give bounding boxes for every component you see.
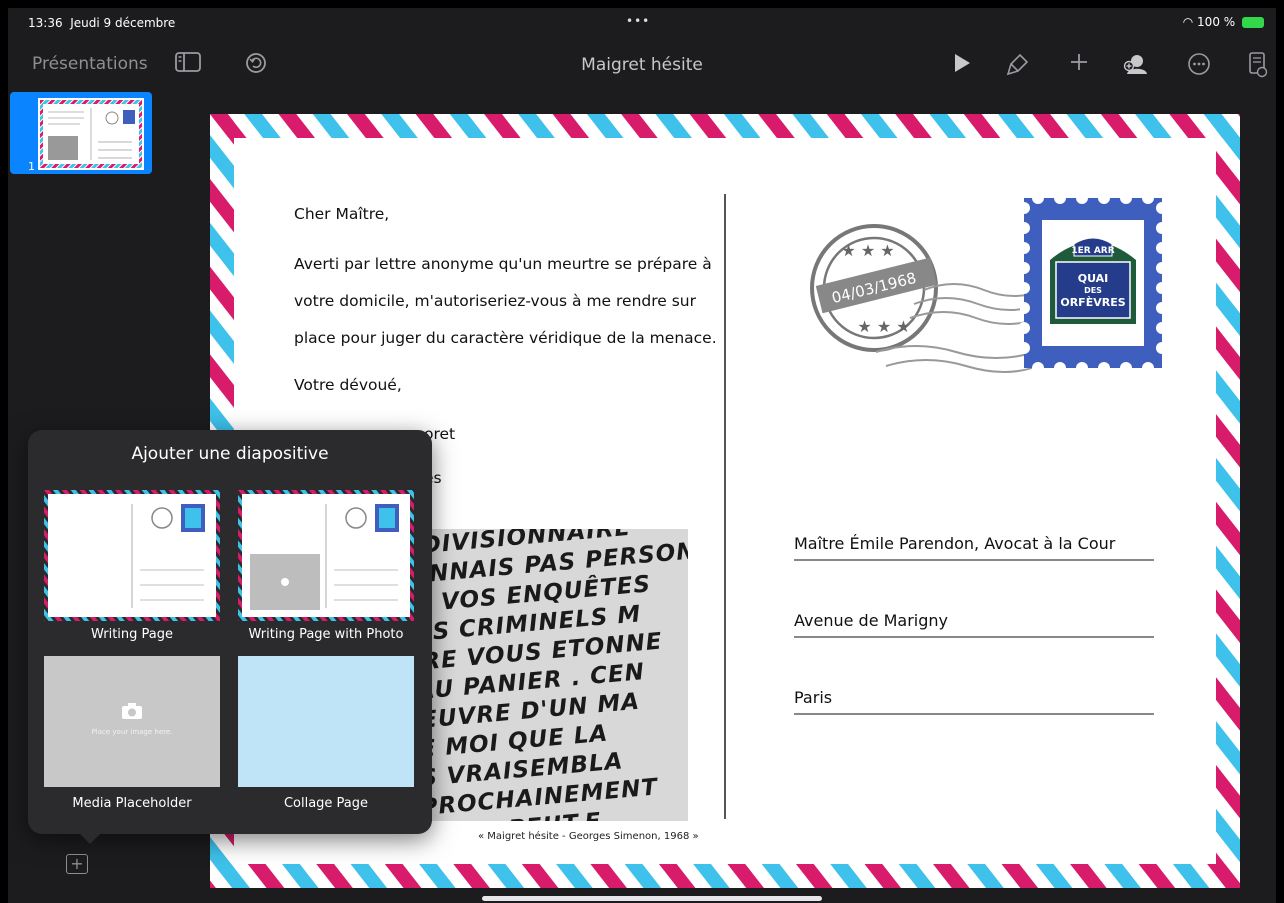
wifi-icon: ◠ — [1182, 15, 1194, 29]
toolbar: Présentations Maigret hésite — [8, 38, 1276, 90]
battery-icon — [1242, 17, 1264, 28]
add-icon[interactable] — [1065, 52, 1093, 80]
svg-text:1ER ARR: 1ER ARR — [1071, 246, 1114, 256]
play-icon[interactable] — [948, 52, 976, 80]
status-time: 13:36 Jeudi 9 décembre — [28, 16, 176, 30]
camera-icon — [44, 702, 220, 724]
postmark-icon: 04/03/1968 ★ ★ ★ ★ ★ ★ — [810, 224, 1045, 373]
template-writing-page[interactable]: Writing Page — [44, 490, 220, 642]
stamp: 1ER ARR QUAI DES ORFÈVRES — [1018, 192, 1168, 374]
letter-greeting: Cher Maître, — [294, 205, 390, 223]
svg-text:QUAI: QUAI — [1078, 272, 1109, 285]
multitasking-dots[interactable]: ••• — [626, 14, 650, 28]
collaborate-icon[interactable] — [1122, 52, 1150, 80]
status-right: ◠ 100 % — [1183, 15, 1264, 29]
template-label: Media Placeholder — [72, 796, 192, 811]
template-label: Writing Page with Photo — [248, 627, 404, 642]
ipad-screen: 13:36 Jeudi 9 décembre ••• ◠ 100 % Prése… — [8, 8, 1276, 903]
popover-title: Ajouter une diapositive — [131, 444, 329, 464]
template-collage-page[interactable]: Collage Page — [238, 656, 414, 811]
svg-text:★ ★ ★: ★ ★ ★ — [857, 317, 910, 336]
add-slide-popover: Ajouter une diapositive Writing Page Wri… — [28, 430, 432, 844]
letter-line-3: place pour juger du caractère véridique … — [294, 329, 717, 347]
format-brush-icon[interactable] — [1004, 52, 1032, 80]
address-line-2[interactable]: Avenue de Marigny — [794, 611, 1154, 638]
template-writing-page-photo[interactable]: Writing Page with Photo — [238, 490, 414, 642]
slide-thumbnail-image — [38, 98, 144, 170]
template-label: Collage Page — [283, 796, 369, 811]
document-icon[interactable] — [1244, 52, 1272, 80]
letter-line-2: votre domicile, m'autoriseriez-vous à me… — [294, 292, 697, 310]
status-bar: 13:36 Jeudi 9 décembre ••• ◠ 100 % — [8, 8, 1276, 38]
slide-number: 1 — [28, 160, 35, 173]
battery-label: 100 % — [1197, 15, 1236, 29]
address-line-3[interactable]: Paris — [794, 688, 1154, 715]
template-label: Writing Page — [90, 627, 174, 642]
template-media-placeholder[interactable]: Place your image here. Media Placeholder — [44, 656, 220, 811]
home-indicator[interactable] — [482, 896, 822, 901]
add-slide-button[interactable]: + — [66, 854, 88, 874]
photo-caption: « Maigret hésite - Georges Simenon, 1968… — [478, 831, 699, 842]
photo-text: R LEDIVISIONNAIRE S CONNAIS PAS PERSON U… — [404, 529, 688, 821]
svg-text:DES: DES — [1084, 286, 1102, 295]
letter-line-1: Averti par lettre anonyme qu'un meurtre … — [294, 255, 712, 273]
letter-photo[interactable]: R LEDIVISIONNAIRE S CONNAIS PAS PERSON U… — [404, 529, 688, 821]
slide-thumbnail-1[interactable]: 1 — [10, 92, 152, 174]
address-line-1[interactable]: Maître Émile Parendon, Avocat à la Cour — [794, 534, 1154, 561]
placeholder-hint: Place your image here. — [91, 728, 173, 736]
divider-line — [724, 194, 726, 819]
svg-text:ORFÈVRES: ORFÈVRES — [1060, 296, 1125, 309]
more-icon[interactable] — [1185, 52, 1213, 80]
svg-text:★ ★ ★: ★ ★ ★ — [841, 241, 894, 260]
letter-closing: Votre dévoué, — [294, 376, 402, 394]
